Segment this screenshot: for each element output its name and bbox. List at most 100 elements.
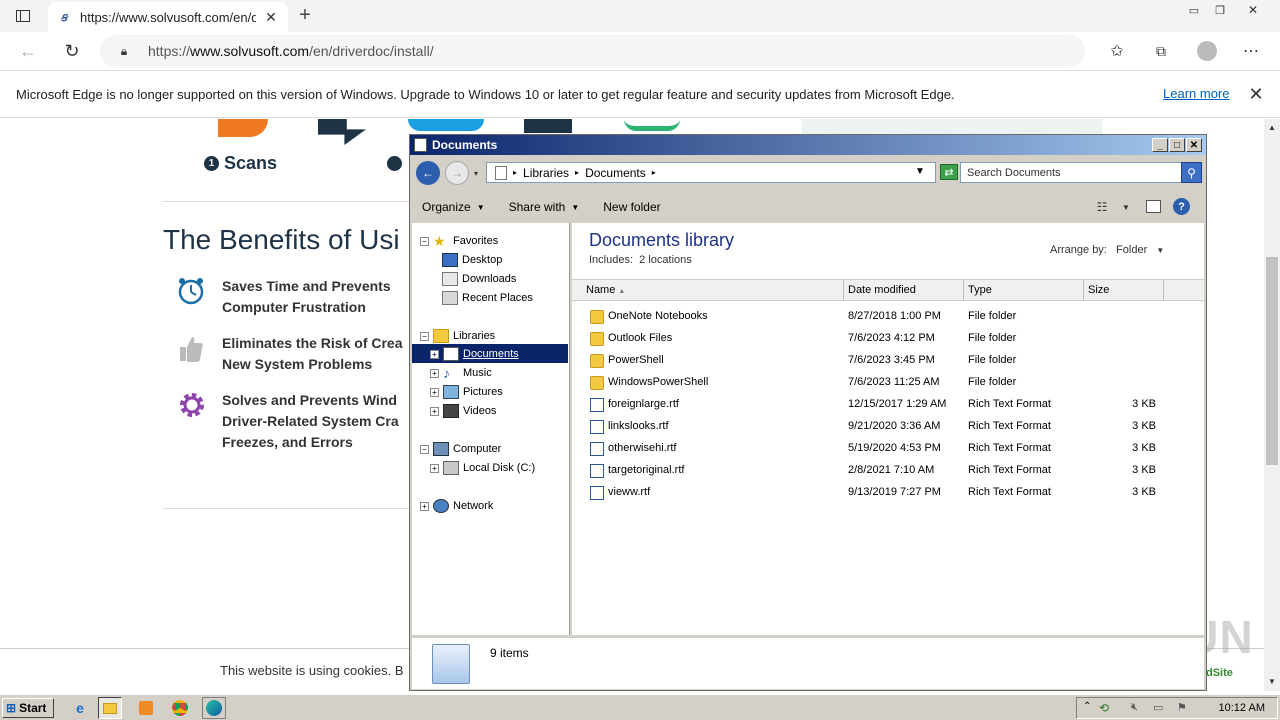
search-icon[interactable]: ⚲ bbox=[1181, 162, 1202, 183]
refresh-icon[interactable]: ↻ bbox=[60, 40, 84, 62]
browser-tab[interactable]: ꞩ https://www.solvusoft.com/en/d ✕ bbox=[48, 2, 288, 32]
edge-icon[interactable] bbox=[202, 697, 226, 719]
file-row[interactable]: Outlook Files 7/6/2023 4:12 PM File folder bbox=[572, 328, 1204, 350]
clock[interactable]: 10:12 AM bbox=[1219, 702, 1265, 714]
close-tab-icon[interactable]: ✕ bbox=[264, 9, 278, 26]
address-bar[interactable]: 🔒︎ https://www.solvusoft.com/en/driverdo… bbox=[100, 35, 1085, 67]
tree-label: Downloads bbox=[462, 273, 517, 285]
benefit-1-line-2: Computer Frustration bbox=[222, 299, 366, 315]
arrange-dropdown[interactable]: Folder bbox=[1116, 244, 1147, 256]
back-icon[interactable]: ← bbox=[16, 40, 40, 62]
favorites-icon[interactable]: ✩ bbox=[1106, 40, 1128, 62]
collections-icon[interactable]: ⧉ bbox=[1150, 40, 1172, 62]
tree-item-downloads[interactable]: Downloads bbox=[442, 270, 516, 288]
organize-button[interactable]: Organize ▼ bbox=[410, 194, 497, 220]
unsupported-infobar: Microsoft Edge is no longer supported on… bbox=[0, 71, 1280, 118]
tree-item-network[interactable]: + Network bbox=[420, 497, 493, 515]
recent-pages-icon[interactable]: ▾ bbox=[471, 167, 481, 179]
settings-menu-icon[interactable]: ⋯ bbox=[1240, 40, 1262, 62]
tree-item-recent-places[interactable]: Recent Places bbox=[442, 289, 533, 307]
expand-icon[interactable]: + bbox=[430, 387, 439, 397]
file-row[interactable]: foreignlarge.rtf 12/15/2017 1:29 AM Rich T… bbox=[572, 394, 1204, 416]
explorer-navbar: ← → ▾ ▸ Libraries ▸ Documents ▸ ▼ ⇄ Sear… bbox=[410, 157, 1206, 189]
help-icon[interactable]: ? bbox=[1173, 198, 1190, 215]
search-input[interactable]: Search Documents bbox=[960, 162, 1182, 183]
file-date: 7/6/2023 3:45 PM bbox=[848, 354, 935, 366]
expand-icon[interactable]: + bbox=[430, 368, 439, 378]
lock-icon[interactable]: 🔒︎ bbox=[116, 43, 132, 59]
file-row[interactable]: PowerShell 7/6/2023 3:45 PM File folder bbox=[572, 350, 1204, 372]
tree-item-videos[interactable]: + Videos bbox=[430, 402, 496, 420]
collapse-icon[interactable]: − bbox=[420, 444, 429, 454]
file-row[interactable]: linkslooks.rtf 9/21/2020 3:36 AM Rich Text… bbox=[572, 416, 1204, 438]
tray-expand-icon[interactable]: ⌃ bbox=[1083, 701, 1091, 712]
explorer-maximize-button[interactable]: □ bbox=[1169, 138, 1185, 152]
column-date-modified[interactable]: Date modified bbox=[844, 280, 964, 300]
chrome-icon[interactable] bbox=[168, 697, 192, 719]
file-row[interactable]: vieww.rtf 9/13/2019 7:27 PM Rich Text Form… bbox=[572, 482, 1204, 504]
address-path[interactable]: ▸ Libraries ▸ Documents ▸ ▼ bbox=[486, 162, 936, 183]
tree-item-desktop[interactable]: Desktop bbox=[442, 251, 502, 269]
breadcrumb-documents[interactable]: Documents bbox=[585, 166, 646, 180]
new-folder-button[interactable]: New folder bbox=[591, 194, 672, 220]
tree-item-libraries[interactable]: − Libraries bbox=[420, 327, 495, 345]
tray-volume-icon[interactable]: 🔇︎ bbox=[1131, 701, 1138, 714]
media-player-icon[interactable] bbox=[134, 697, 158, 719]
arrange-dropdown-icon[interactable]: ▼ bbox=[1156, 246, 1164, 255]
tree-item-local-disk[interactable]: + Local Disk (C:) bbox=[430, 459, 535, 477]
explorer-forward-button[interactable]: → bbox=[445, 161, 469, 185]
collapse-icon[interactable]: − bbox=[420, 236, 429, 246]
start-button[interactable]: ⊞ Start bbox=[2, 698, 54, 718]
explorer-titlebar[interactable]: Documents _ □ ✕ bbox=[410, 135, 1206, 155]
explorer-taskbar-icon[interactable] bbox=[98, 697, 122, 719]
tree-item-music[interactable]: + ♪ Music bbox=[430, 364, 492, 382]
tray-network-icon[interactable]: ⟲ bbox=[1099, 701, 1109, 715]
restore-icon[interactable]: ❐ bbox=[1210, 2, 1230, 18]
new-tab-icon[interactable]: + bbox=[294, 4, 316, 26]
breadcrumb-libraries[interactable]: Libraries bbox=[523, 166, 569, 180]
file-row[interactable]: OneNote Notebooks 8/27/2018 1:00 PM File f… bbox=[572, 306, 1204, 328]
share-with-button[interactable]: Share with ▼ bbox=[497, 194, 592, 220]
scrollbar-thumb[interactable] bbox=[1266, 257, 1278, 465]
expand-icon[interactable]: + bbox=[430, 349, 439, 359]
scroll-down-icon[interactable]: ▼ bbox=[1264, 675, 1280, 687]
file-date: 9/21/2020 3:36 AM bbox=[848, 420, 941, 432]
tab-actions-icon[interactable] bbox=[14, 8, 32, 24]
view-options-icon[interactable]: ☷ bbox=[1094, 199, 1110, 215]
includes-locations-link[interactable]: 2 locations bbox=[639, 254, 692, 266]
expand-icon[interactable]: + bbox=[420, 501, 429, 511]
tree-item-computer[interactable]: − Computer bbox=[420, 440, 501, 458]
infobar-message: Microsoft Edge is no longer supported on… bbox=[16, 86, 955, 102]
file-row[interactable]: targetoriginal.rtf 2/8/2021 7:10 AM Rich T… bbox=[572, 460, 1204, 482]
rtf-document-icon bbox=[590, 486, 604, 500]
profile-avatar[interactable] bbox=[1197, 41, 1217, 61]
column-type[interactable]: Type bbox=[964, 280, 1084, 300]
scroll-up-icon[interactable]: ▲ bbox=[1264, 121, 1280, 133]
column-size[interactable]: Size bbox=[1084, 280, 1164, 300]
view-dropdown-icon[interactable]: ▼ bbox=[1120, 199, 1132, 215]
preview-pane-icon[interactable] bbox=[1146, 200, 1161, 213]
learn-more-link[interactable]: Learn more bbox=[1163, 86, 1229, 101]
explorer-back-button[interactable]: ← bbox=[416, 161, 440, 185]
column-name[interactable]: Name ▲ bbox=[572, 280, 844, 300]
tree-item-pictures[interactable]: + Pictures bbox=[430, 383, 503, 401]
expand-icon[interactable]: + bbox=[430, 406, 439, 416]
file-row[interactable]: WindowsPowerShell 7/6/2023 11:25 AM File f… bbox=[572, 372, 1204, 394]
minimize-icon[interactable]: ▭ bbox=[1184, 2, 1204, 18]
file-row[interactable]: otherwisehi.rtf 5/19/2020 4:53 PM Rich Tex… bbox=[572, 438, 1204, 460]
tree-item-favorites[interactable]: − ★ Favorites bbox=[420, 232, 498, 250]
path-dropdown-icon[interactable]: ▼ bbox=[915, 166, 925, 177]
tray-flag-icon[interactable]: ⚑ bbox=[1177, 701, 1187, 714]
expand-icon[interactable]: + bbox=[430, 463, 439, 473]
infobar-close-icon[interactable]: ✕ bbox=[1246, 84, 1266, 104]
collapse-icon[interactable]: − bbox=[420, 331, 429, 341]
refresh-button[interactable]: ⇄ bbox=[940, 164, 958, 180]
page-scrollbar[interactable]: ▲ ▼ bbox=[1264, 119, 1280, 691]
explorer-close-button[interactable]: ✕ bbox=[1186, 138, 1202, 152]
tray-display-icon[interactable]: ▭ bbox=[1153, 701, 1163, 714]
ie-icon[interactable]: e bbox=[68, 697, 92, 719]
tree-item-documents[interactable]: + Documents bbox=[430, 345, 519, 363]
explorer-minimize-button[interactable]: _ bbox=[1152, 138, 1168, 152]
new-folder-label: New folder bbox=[603, 200, 661, 214]
close-window-icon[interactable]: ✕ bbox=[1238, 2, 1268, 18]
